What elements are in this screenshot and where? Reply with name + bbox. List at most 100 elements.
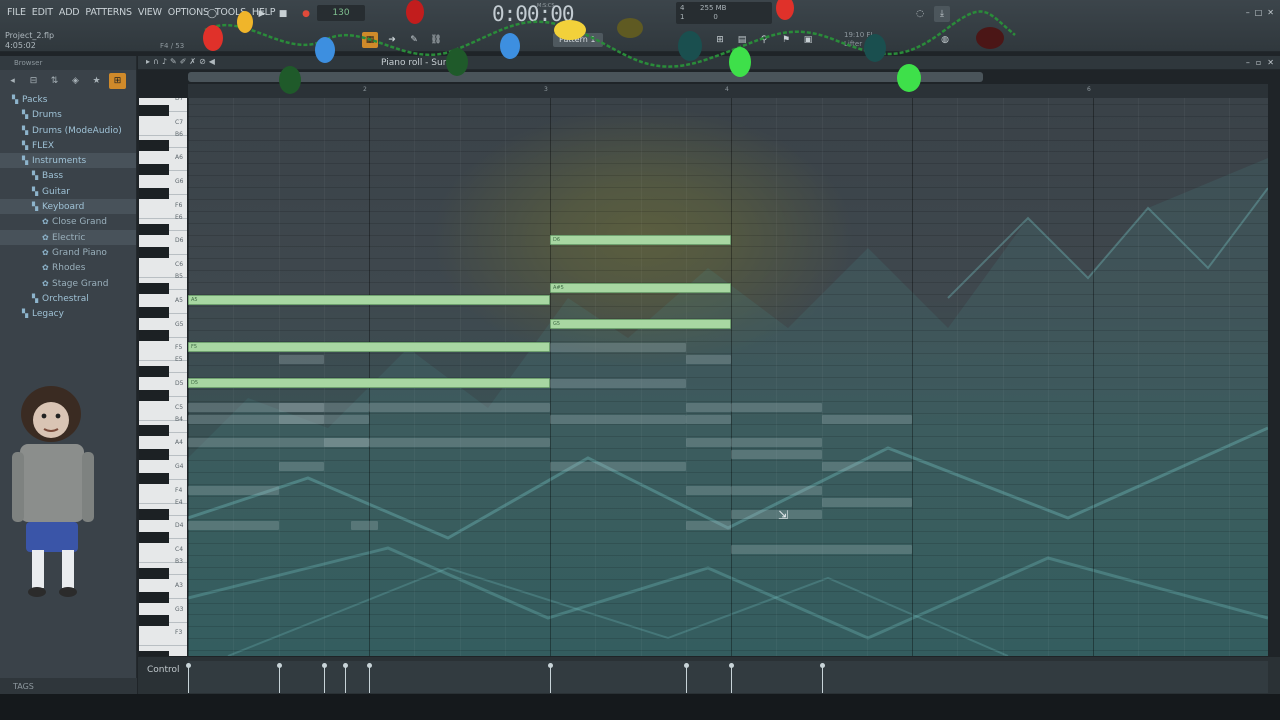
minimize-icon[interactable]: – [1246,8,1250,17]
browser-item[interactable]: ▚ Bass [0,168,136,183]
pr-magnet-icon[interactable]: ∩ [153,57,159,66]
stop-icon[interactable]: ■ [275,6,291,22]
velocity-marker[interactable] [548,663,553,693]
velocity-marker[interactable] [729,663,734,693]
velocity-marker[interactable] [819,663,825,693]
arrow-right-icon[interactable]: ➜ [384,32,400,48]
browser-item[interactable]: ▚ Drums (ModeAudio) [0,123,136,138]
browser-item[interactable]: ▚ Orchestral [0,291,136,306]
piano-black-key[interactable] [139,223,169,235]
browser-item[interactable]: ▚ Drums [0,107,136,122]
browser-item[interactable]: ▚ Packs [0,92,136,107]
velocity-marker[interactable] [367,663,372,693]
key-label: B6 [175,130,183,138]
pr-stamp-icon[interactable]: ♪ [162,57,167,66]
piano-black-key[interactable] [139,187,169,199]
browser-item[interactable]: ▚ FLEX [0,138,136,153]
piano-roll-note[interactable]: A5 [188,294,550,305]
link-icon[interactable]: ⛓ [428,32,444,48]
tempo-display[interactable]: 130 [317,5,365,21]
chat-icon[interactable]: ◌ [912,6,928,22]
piano-roll-note[interactable]: F5 [188,342,550,353]
pr-close-icon[interactable]: ✕ [1267,56,1274,70]
pr-delete-icon[interactable]: ✗ [189,57,196,66]
piano-black-key[interactable] [139,366,169,378]
piano-roll-note[interactable]: G5 [550,318,731,329]
velocity-marker[interactable] [186,663,191,693]
star-icon[interactable]: ★ [88,73,105,89]
velocity-marker[interactable] [276,663,282,693]
piano-black-key[interactable] [139,389,169,401]
piano-roll-note[interactable]: D5 [188,377,550,388]
browser-item[interactable]: ✿ Stage Grand [0,276,136,291]
browser-item[interactable]: ▚ Legacy [0,306,136,321]
maximize-icon[interactable]: □ [1255,8,1263,17]
piano-black-key[interactable] [139,164,169,176]
piano-black-key[interactable] [139,449,169,461]
piano-black-key[interactable] [139,104,169,116]
note-grid[interactable]: A5 F5 D5 D6 A#5 G5 [188,98,1268,656]
piano-black-key[interactable] [139,508,169,520]
grid-beat-line [640,98,642,656]
pr-brush-icon[interactable]: ✐ [180,57,187,66]
menu-file[interactable]: FILE [4,7,29,18]
plugin-icon[interactable]: ⚲ [756,32,772,48]
piano-black-key[interactable] [139,567,169,579]
velocity-lane[interactable] [186,661,1268,693]
piano-black-key[interactable] [139,532,169,544]
pr-minimize-icon[interactable]: – [1246,56,1250,70]
velocity-marker[interactable] [343,663,349,693]
collapse-icon[interactable]: ⊟ [25,73,42,89]
menu-patterns[interactable]: PATTERNS [82,7,134,18]
play-icon[interactable]: ▶ [254,6,270,22]
browser-item[interactable]: ▚ Guitar [0,184,136,199]
piano-black-key[interactable] [139,247,169,259]
velocity-marker[interactable] [683,663,689,693]
pat-song-toggle-icon[interactable]: ◯ [204,6,220,22]
control-label[interactable]: Control [147,665,180,675]
piano-roll-note[interactable]: A#5 [550,282,731,293]
piano-black-key[interactable] [139,282,169,294]
piano-black-key[interactable] [139,425,169,437]
piano-black-key[interactable] [139,330,169,342]
pr-maximize-icon[interactable]: ▫ [1256,56,1261,70]
playlist-icon[interactable]: ▣ [800,32,816,48]
browser-item[interactable]: ✿ Grand Piano [0,245,136,260]
piano-roll-note[interactable]: D6 [550,235,731,246]
menu-edit[interactable]: EDIT [29,7,56,18]
current-project-icon[interactable]: ◈ [67,73,84,89]
record-icon[interactable]: ● [298,6,314,22]
browser-item[interactable]: ✿ Rhodes [0,260,136,275]
browser-item[interactable]: ▚ Keyboard [0,199,136,215]
download-icon[interactable]: ⤓ [934,6,950,22]
pr-pencil-icon[interactable]: ✎ [170,57,177,66]
browser-item[interactable]: ▚ Instruments [0,153,136,169]
browser-item[interactable]: ✿ Close Grand [0,214,136,229]
piano-black-key[interactable] [139,140,169,152]
pr-mute-icon[interactable]: ⊘ [199,57,206,66]
browser-menu-icon[interactable]: ◂ [4,73,21,89]
snap-icon[interactable]: ▦ [362,32,378,48]
globe-icon[interactable]: ◍ [937,32,953,48]
piano-black-key[interactable] [139,615,169,627]
pr-menu-icon[interactable]: ▸ [146,57,150,66]
pattern-selector[interactable]: Pattern 1 [553,33,603,47]
mixer-icon[interactable]: ⊞ [712,32,728,48]
plugin-database-icon[interactable]: ⊞ [109,73,126,89]
time-ruler[interactable]: 2 3 4 5 6 [188,84,1268,98]
browser-icon[interactable]: ⚑ [778,32,794,48]
close-icon[interactable]: ✕ [1267,8,1274,17]
channel-rack-icon[interactable]: ▤ [734,32,750,48]
menu-add[interactable]: ADD [56,7,83,18]
piano-black-key[interactable] [139,591,169,603]
sort-icon[interactable]: ⇅ [46,73,63,89]
pr-speaker-icon[interactable]: ◀ [209,57,215,66]
browser-item[interactable]: ✿ Electric [0,229,136,245]
piano-black-key[interactable] [139,306,169,318]
velocity-marker[interactable] [321,663,327,693]
horizontal-scrollbar[interactable] [188,72,983,82]
menu-view[interactable]: VIEW [135,7,165,18]
piano-black-key[interactable] [139,472,169,484]
pencil-icon[interactable]: ✎ [406,32,422,48]
piano-keyboard[interactable]: D7 C7 B6 A6 G6 F6 E6 D6 C6 B5 A5 G5 F5 E5 D5 C5 B4 A4 G4 F4… [139,98,187,656]
